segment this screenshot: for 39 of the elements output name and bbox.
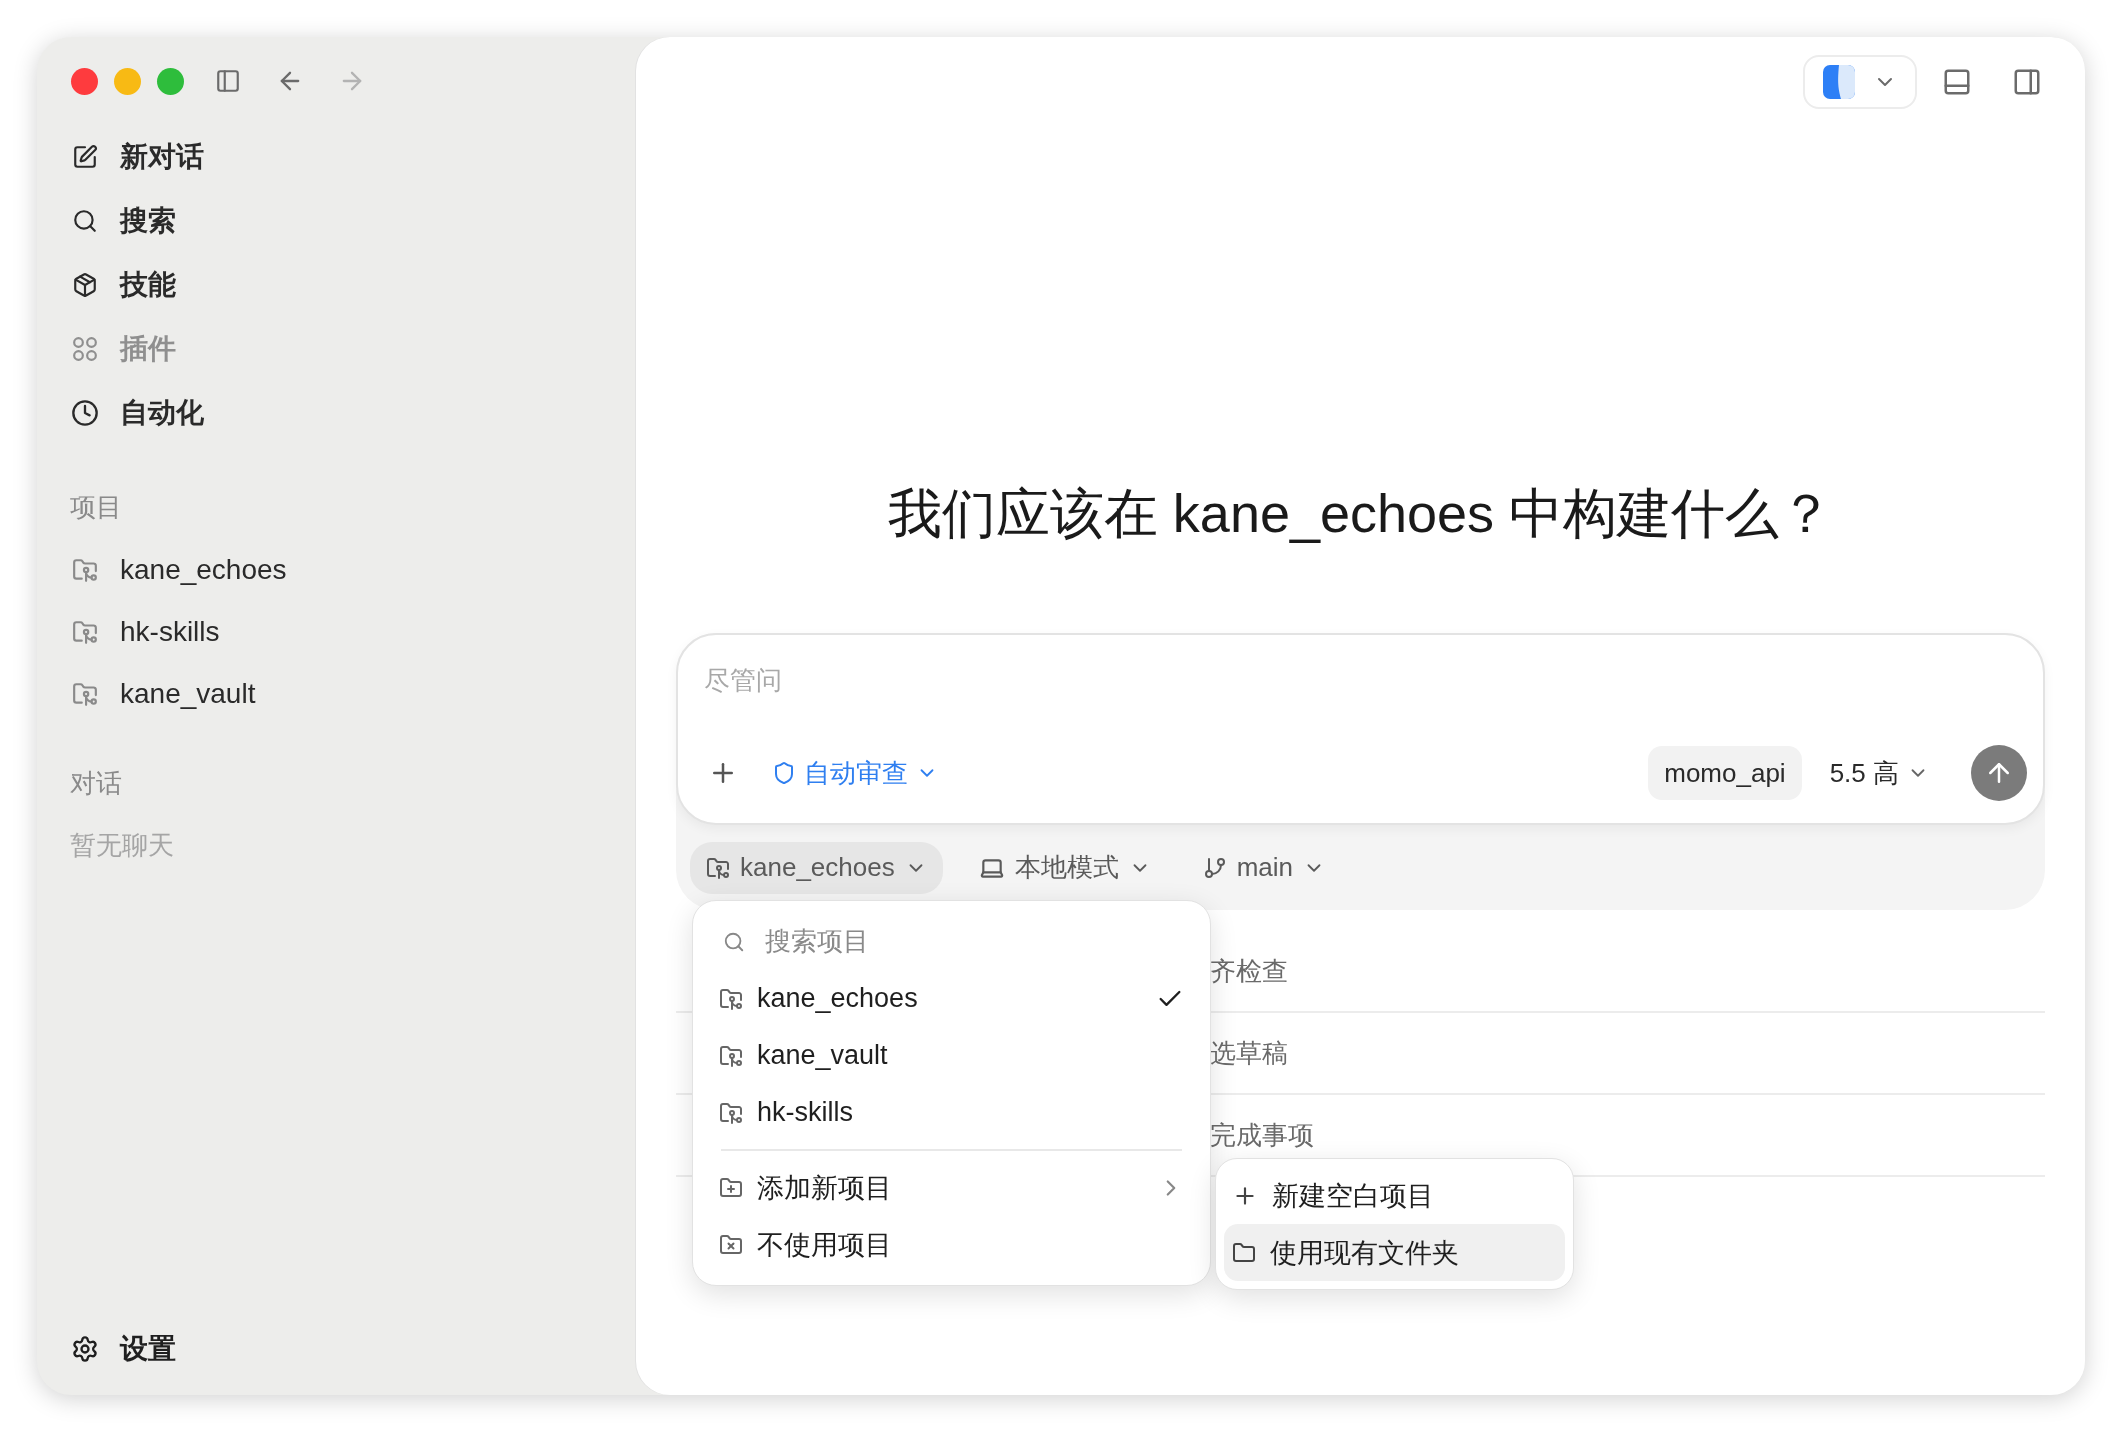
project-option[interactable]: kane_vault xyxy=(711,1027,1192,1084)
four-circles-icon xyxy=(70,334,100,364)
folder-icon xyxy=(719,986,743,1011)
settings-icon xyxy=(70,1334,100,1364)
branch-dropdown[interactable]: main xyxy=(1186,841,1342,894)
section-heading: 对话 xyxy=(70,766,122,800)
folder-x-icon xyxy=(719,1232,743,1257)
nav-item[interactable]: 新对话 xyxy=(120,138,204,176)
folder-icon xyxy=(719,1100,743,1125)
model-chip[interactable]: momo_api xyxy=(1648,746,1802,800)
zoom-button[interactable] xyxy=(157,67,184,95)
menu-item[interactable]: 使用现有文件夹 xyxy=(1224,1224,1565,1281)
folder-icon xyxy=(706,855,730,880)
clock-icon xyxy=(70,398,100,428)
settings-item[interactable]: 设置 xyxy=(120,1330,176,1368)
nav-item[interactable]: 自动化 xyxy=(120,394,204,432)
project-dropdown[interactable]: kane_echoes xyxy=(690,841,943,894)
empty-chats-text: 暂无聊天 xyxy=(70,828,174,862)
app-icon xyxy=(1823,65,1855,99)
folder-plus-icon xyxy=(719,1175,743,1200)
nav-item[interactable]: 技能 xyxy=(120,266,176,304)
project-item[interactable]: hk-skills xyxy=(120,616,220,648)
menu-item[interactable]: 不使用项目 xyxy=(711,1216,1192,1273)
folder-icon xyxy=(719,1043,743,1068)
message-input[interactable]: 尽管问 xyxy=(702,661,2027,699)
folder-icon xyxy=(1232,1240,1256,1265)
app-switcher-button[interactable] xyxy=(1803,55,1917,109)
nav-item[interactable]: 搜索 xyxy=(120,202,176,240)
close-button[interactable] xyxy=(71,67,98,95)
page-heading: 我们应该在 kane_echoes 中构建什么？ xyxy=(886,482,1835,545)
send-button[interactable] xyxy=(1971,745,2027,801)
mode-dropdown[interactable]: 本地模式 xyxy=(962,841,1167,894)
section-heading: 项目 xyxy=(70,490,122,524)
branch-icon xyxy=(1202,855,1227,880)
project-item[interactable]: kane_vault xyxy=(120,678,256,710)
model-dropdown[interactable]: 5.5 高 xyxy=(1823,747,1935,799)
review-mode-dropdown[interactable]: 自动审查 xyxy=(766,747,944,799)
project-item[interactable]: kane_echoes xyxy=(120,554,287,586)
shield-icon xyxy=(772,761,796,785)
